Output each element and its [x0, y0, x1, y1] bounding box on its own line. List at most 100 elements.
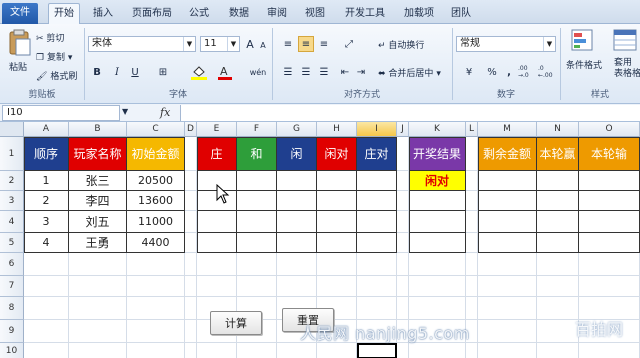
data-cell-c5[interactable]: 4400: [127, 233, 185, 253]
row-header-10[interactable]: 10: [0, 343, 24, 358]
select-all-corner[interactable]: [0, 122, 24, 137]
data-cell-e5[interactable]: [197, 233, 237, 253]
active-cell-i10[interactable]: [357, 343, 397, 358]
font-name-select[interactable]: 宋体 ▼: [88, 36, 196, 52]
data-cell-b3[interactable]: 李四: [69, 191, 127, 211]
data-cell-g3[interactable]: [277, 191, 317, 211]
tab-insert[interactable]: 插入: [88, 4, 118, 24]
data-cell-a5[interactable]: 4: [24, 233, 69, 253]
tab-page-layout[interactable]: 页面布局: [128, 4, 176, 24]
font-size-select[interactable]: 11 ▼: [200, 36, 240, 52]
cut-button[interactable]: ✂ 剪切: [36, 31, 64, 44]
merge-center-button[interactable]: ⬌ 合并后居中 ▾: [378, 66, 441, 79]
fill-color-button[interactable]: [188, 64, 210, 80]
column-header-e[interactable]: E: [197, 122, 237, 137]
copy-dropdown-icon[interactable]: ▾: [68, 53, 73, 63]
shrink-font-button[interactable]: A: [258, 38, 268, 52]
data-cell-a3[interactable]: 2: [24, 191, 69, 211]
tab-developer[interactable]: 开发工具: [340, 4, 390, 24]
data-cell-f4[interactable]: [237, 211, 277, 233]
format-painter-button[interactable]: 🖌 格式刷: [36, 69, 77, 82]
bold-button[interactable]: B: [90, 64, 104, 80]
column-header-c[interactable]: C: [127, 122, 185, 137]
row-header-9[interactable]: 9: [0, 320, 24, 343]
align-center-button[interactable]: ☰: [298, 64, 314, 80]
wrap-text-button[interactable]: ↵ 自动换行: [378, 38, 424, 51]
phonetic-button[interactable]: wén: [246, 64, 270, 80]
data-cell-k3[interactable]: [409, 191, 466, 211]
comma-button[interactable]: ,: [502, 64, 516, 80]
header-cell-m[interactable]: 剩余金额: [478, 137, 537, 171]
row-header-1[interactable]: 1: [0, 137, 24, 171]
name-box-dropdown-icon[interactable]: ▼: [122, 107, 128, 116]
data-cell-h3[interactable]: [317, 191, 357, 211]
data-cell-b4[interactable]: 刘五: [69, 211, 127, 233]
underline-button[interactable]: U: [128, 64, 142, 80]
decrease-indent-button[interactable]: ⇤: [338, 64, 352, 80]
data-cell-n4[interactable]: [537, 211, 579, 233]
conditional-format-label[interactable]: 条件格式: [566, 58, 602, 71]
tab-data[interactable]: 数据: [224, 4, 254, 24]
name-box[interactable]: I10: [2, 105, 120, 121]
row-header-5[interactable]: 5: [0, 233, 24, 253]
percent-button[interactable]: %: [484, 64, 500, 80]
data-cell-a4[interactable]: 3: [24, 211, 69, 233]
data-cell-c4[interactable]: 11000: [127, 211, 185, 233]
header-cell-n[interactable]: 本轮赢: [537, 137, 579, 171]
conditional-format-icon[interactable]: [570, 28, 594, 54]
data-cell-b5[interactable]: 王勇: [69, 233, 127, 253]
column-header-f[interactable]: F: [237, 122, 277, 137]
font-color-button[interactable]: A: [214, 64, 236, 80]
data-cell-o3[interactable]: [579, 191, 640, 211]
column-header-o[interactable]: O: [579, 122, 640, 137]
data-cell-h2[interactable]: [317, 171, 357, 191]
header-cell-f[interactable]: 和: [237, 137, 277, 171]
data-cell-m3[interactable]: [478, 191, 537, 211]
data-cell-o5[interactable]: [579, 233, 640, 253]
data-cell-o4[interactable]: [579, 211, 640, 233]
header-cell-b[interactable]: 玩家名称: [69, 137, 127, 171]
header-cell-g[interactable]: 闲: [277, 137, 317, 171]
data-cell-h4[interactable]: [317, 211, 357, 233]
data-cell-n5[interactable]: [537, 233, 579, 253]
increase-indent-button[interactable]: ⇥: [354, 64, 368, 80]
header-cell-c[interactable]: 初始金额: [127, 137, 185, 171]
data-cell-i2[interactable]: [357, 171, 397, 191]
column-header-g[interactable]: G: [277, 122, 317, 137]
data-cell-g5[interactable]: [277, 233, 317, 253]
data-cell-m4[interactable]: [478, 211, 537, 233]
paste-label[interactable]: 粘贴: [9, 60, 27, 73]
italic-button[interactable]: I: [110, 64, 124, 80]
data-cell-n3[interactable]: [537, 191, 579, 211]
tab-addins[interactable]: 加载项: [398, 4, 440, 24]
calculate-button[interactable]: 计算: [210, 311, 262, 335]
table-format-icon[interactable]: [612, 28, 638, 54]
grow-font-button[interactable]: A: [244, 36, 256, 52]
data-cell-n2[interactable]: [537, 171, 579, 191]
row-header-4[interactable]: 4: [0, 211, 24, 233]
column-header-d[interactable]: D: [185, 122, 197, 137]
row-header-3[interactable]: 3: [0, 191, 24, 211]
tab-home[interactable]: 开始: [48, 3, 80, 25]
align-top-button[interactable]: ≡: [280, 36, 296, 52]
column-header-b[interactable]: B: [69, 122, 127, 137]
header-cell-e[interactable]: 庄: [197, 137, 237, 171]
column-header-k[interactable]: K: [409, 122, 466, 137]
data-cell-a2[interactable]: 1: [24, 171, 69, 191]
column-header-i[interactable]: I: [357, 122, 397, 137]
data-cell-m5[interactable]: [478, 233, 537, 253]
data-cell-f2[interactable]: [237, 171, 277, 191]
data-cell-i4[interactable]: [357, 211, 397, 233]
row-header-7[interactable]: 7: [0, 276, 24, 297]
orientation-button[interactable]: ⤢: [338, 36, 360, 52]
data-cell-m2[interactable]: [478, 171, 537, 191]
paste-icon[interactable]: [6, 28, 32, 58]
tab-formulas[interactable]: 公式: [184, 4, 214, 24]
tab-team[interactable]: 团队: [446, 4, 476, 24]
data-cell-h5[interactable]: [317, 233, 357, 253]
data-cell-e4[interactable]: [197, 211, 237, 233]
number-format-select[interactable]: 常规 ▼: [456, 36, 556, 52]
column-header-l[interactable]: L: [466, 122, 478, 137]
data-cell-g2[interactable]: [277, 171, 317, 191]
column-header-n[interactable]: N: [537, 122, 579, 137]
